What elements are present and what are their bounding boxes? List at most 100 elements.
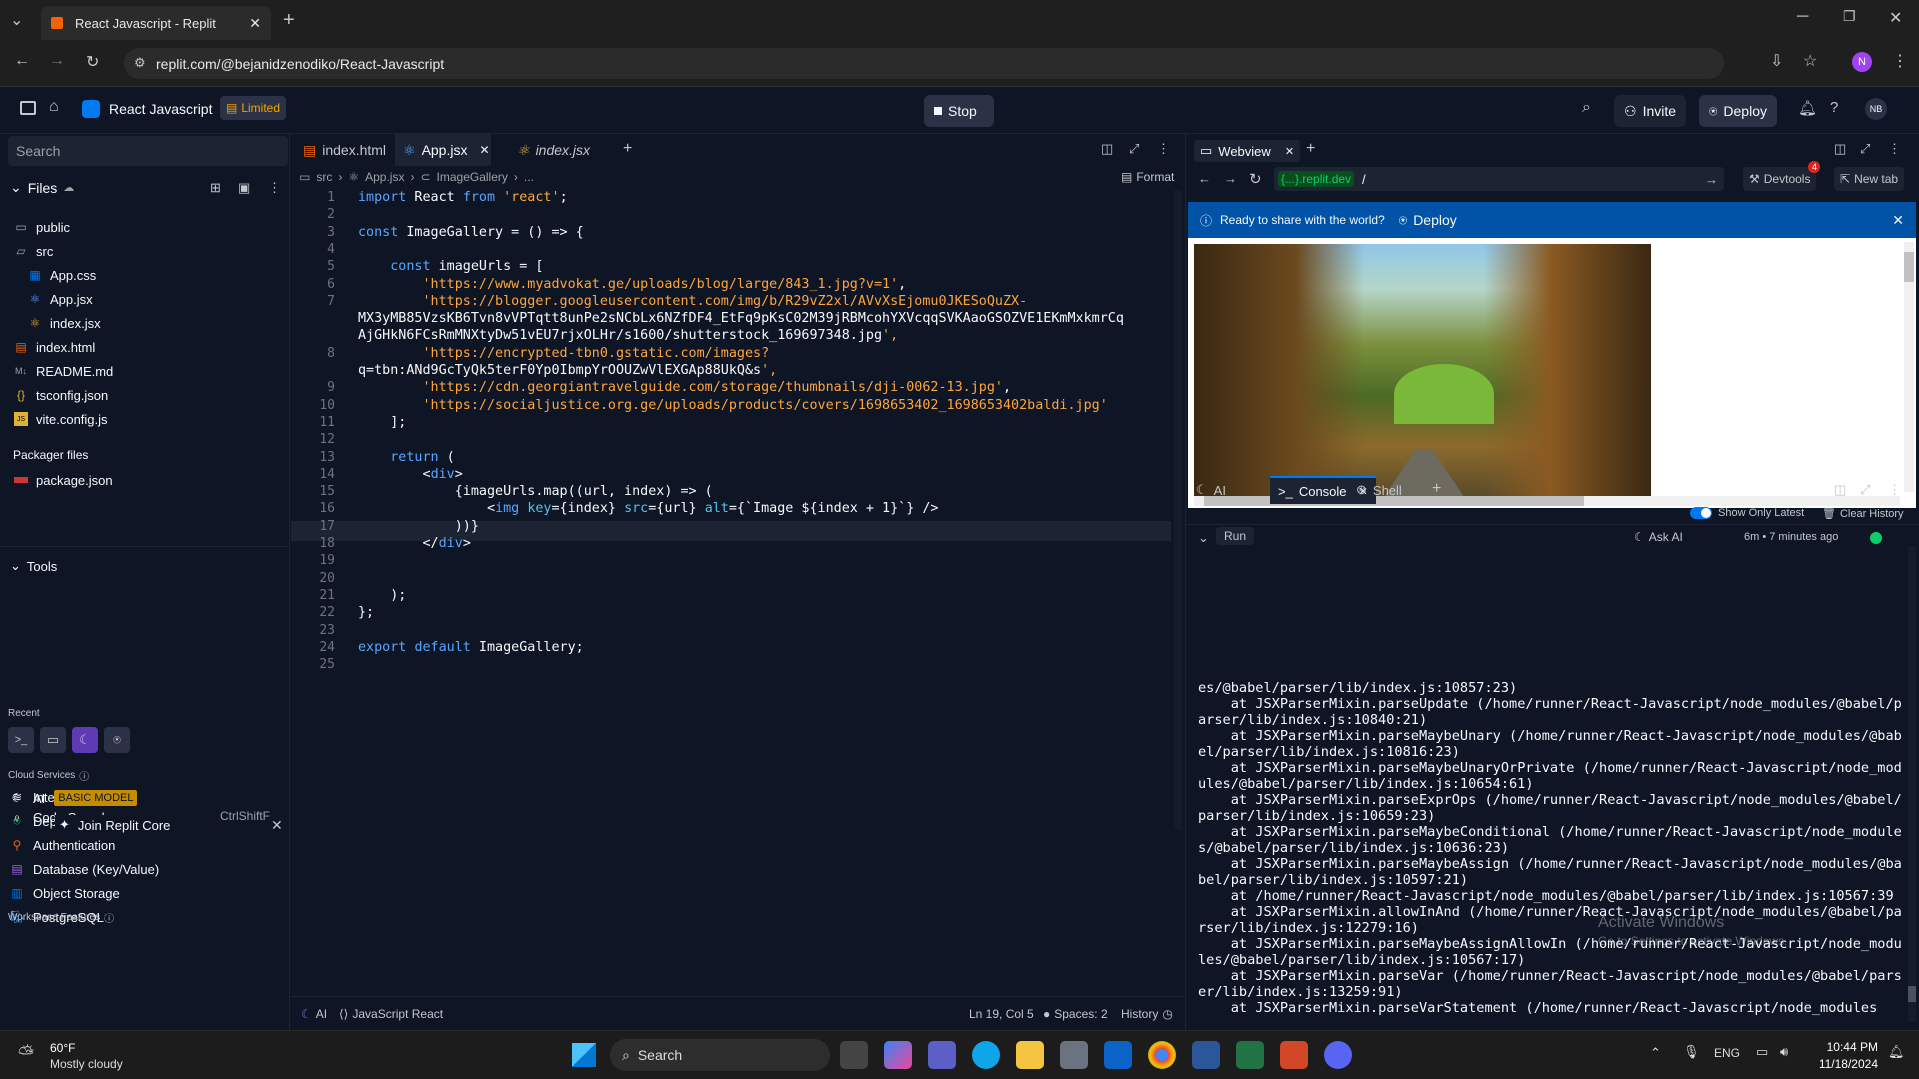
code-line[interactable]: ))} <box>358 519 479 534</box>
webview-content[interactable] <box>1188 238 1916 508</box>
help-icon[interactable]: ? <box>1830 99 1838 116</box>
browser-tab[interactable]: React Javascript - Replit ✕ <box>41 6 271 40</box>
new-tab-button[interactable]: ⇱ New tab <box>1834 167 1905 191</box>
bell-icon[interactable]: 🔔︎ <box>1798 99 1817 117</box>
file-item[interactable]: ⚛ App.jsx <box>28 288 93 310</box>
close-icon[interactable]: ✕ <box>271 817 283 834</box>
tab-ai[interactable]: ☾ AI <box>1196 482 1226 498</box>
code-line[interactable]: <img key={index} src={url} alt={`Image $… <box>358 501 939 516</box>
user-avatar[interactable]: NB <box>1865 98 1887 120</box>
code-line[interactable]: MX3yMB85VzsKB6Tvn8vVPTqtt8unPe2sNCbLx6NZ… <box>358 311 1124 326</box>
back-icon[interactable]: ← <box>14 52 30 70</box>
copilot-icon[interactable] <box>884 1041 912 1069</box>
file-item[interactable]: ▦ App.css <box>28 264 96 286</box>
cursor-position[interactable]: Ln 19, Col 5 <box>969 1007 1034 1021</box>
plan-badge[interactable]: ▤ Limited <box>220 96 287 120</box>
teams-icon[interactable] <box>928 1041 956 1069</box>
code-line[interactable]: <div> <box>358 467 462 482</box>
code-line[interactable]: </div> <box>358 536 470 551</box>
back-icon[interactable]: ← <box>1198 171 1211 186</box>
file-item[interactable]: {} tsconfig.json <box>14 384 108 406</box>
code-line[interactable]: }; <box>358 605 374 620</box>
go-arrow-icon[interactable]: → <box>1705 172 1718 187</box>
close-banner-icon[interactable]: ✕ <box>1892 212 1904 229</box>
reload-icon[interactable]: ↻ <box>1249 170 1262 188</box>
restore-icon[interactable]: ❐ <box>1843 8 1856 25</box>
join-replit-core-button[interactable]: ✦ Join Replit Core <box>55 815 175 835</box>
code-line[interactable]: ); <box>358 588 406 603</box>
pane-menu-icon[interactable]: ⋮ <box>1157 141 1170 157</box>
code-line[interactable]: import React from 'react'; <box>358 190 568 205</box>
word-icon[interactable] <box>1192 1041 1220 1069</box>
console-output[interactable]: es/@babel/parser/lib/index.js:10857:23) … <box>1198 680 1908 1016</box>
status-language[interactable]: ⟨⟩ JavaScript React <box>339 1007 443 1021</box>
ask-ai-button[interactable]: ☾ Ask AI <box>1634 530 1683 544</box>
code-line[interactable]: 'https://socialjustice.org.ge/uploads/pr… <box>358 398 1108 413</box>
start-icon[interactable] <box>572 1043 596 1067</box>
new-tab-icon[interactable]: + <box>623 140 632 158</box>
new-tab-icon[interactable]: + <box>283 9 295 32</box>
new-tab-icon[interactable]: + <box>1306 140 1315 158</box>
file-item[interactable]: ⚛ index.jsx <box>28 312 101 334</box>
code-line[interactable]: AjGHkN6FCsRmMNXtyDw51vEU7rjxOLHr/s1600/s… <box>358 328 898 343</box>
files-menu-icon[interactable]: ⋮ <box>268 180 281 196</box>
install-app-icon[interactable]: ⇩ <box>1770 51 1783 71</box>
package-json-item[interactable]: package.json <box>14 469 113 491</box>
file-item[interactable]: JS vite.config.js <box>14 408 108 430</box>
task-view-icon[interactable] <box>840 1041 868 1069</box>
tab-shell[interactable]: ⊛ Shell <box>1356 482 1402 498</box>
tool-database[interactable]: ▤ Database (Key/Value) <box>10 858 159 880</box>
webview-scrollbar[interactable] <box>1904 242 1914 492</box>
code-line[interactable]: ]; <box>358 415 406 430</box>
stop-button[interactable]: Stop <box>924 95 994 127</box>
file-item[interactable]: ▱ src <box>14 240 53 262</box>
webview-url-bar[interactable]: {...}.replit.dev / → <box>1274 167 1724 191</box>
weather-icon[interactable]: ⛅︎ <box>18 1043 34 1066</box>
language-indicator[interactable]: ENG <box>1714 1046 1740 1060</box>
devtools-button[interactable]: ⚒ Devtools 4 <box>1743 161 1821 191</box>
tab-list-chevron-icon[interactable]: ⌄ <box>10 10 23 30</box>
show-only-latest-toggle[interactable]: Show Only Latest <box>1690 507 1804 519</box>
notifications-icon[interactable]: 🔔︎ <box>1888 1044 1905 1060</box>
tray-chevron-icon[interactable]: ⌃ <box>1650 1045 1661 1061</box>
minimize-icon[interactable]: ─ <box>1797 8 1808 26</box>
info-icon[interactable]: ⓘ <box>104 910 114 925</box>
pane-menu-icon[interactable]: ⋮ <box>1888 482 1901 498</box>
webview-tool-icon[interactable]: ▭ <box>40 727 66 753</box>
excel-icon[interactable] <box>1236 1041 1264 1069</box>
code-line[interactable]: {imageUrls.map((url, index) => ( <box>358 484 713 499</box>
history-button[interactable]: History ◷ <box>1121 1007 1173 1021</box>
console-scrollbar[interactable] <box>1908 546 1916 1022</box>
sidebar-toggle-icon[interactable] <box>20 101 36 115</box>
reload-icon[interactable]: ↻ <box>86 52 99 72</box>
file-explorer-icon[interactable] <box>1016 1041 1044 1069</box>
code-line[interactable]: q=tbn:ANd9GcTyQk5terF0Yp0IbmpYrOOUZwVlEX… <box>358 363 777 378</box>
breadcrumb-item[interactable]: App.jsx <box>365 170 404 184</box>
edge-icon[interactable] <box>972 1041 1000 1069</box>
clock-time[interactable]: 10:44 PM <box>1808 1040 1878 1054</box>
maximize-icon[interactable]: ⤢ <box>1129 141 1139 157</box>
toggle-switch[interactable] <box>1690 507 1712 519</box>
microphone-icon[interactable]: 🎙︎ <box>1683 1044 1700 1060</box>
new-file-icon[interactable]: ⊞ <box>210 180 221 196</box>
split-pane-icon[interactable]: ◫ <box>1834 482 1846 498</box>
indentation[interactable]: ● Spaces: 2 <box>1043 1007 1108 1021</box>
code-line[interactable]: 'https://www.myadvokat.ge/uploads/blog/l… <box>358 277 907 292</box>
format-button[interactable]: ▤ Format <box>1121 170 1174 184</box>
code-line[interactable]: 'https://cdn.georgiantravelguide.com/sto… <box>358 380 1012 395</box>
browser-menu-icon[interactable]: ⋮ <box>1892 51 1908 71</box>
volume-icon[interactable]: 🔊︎ <box>1780 1044 1788 1060</box>
close-tab-icon[interactable]: ✕ <box>249 15 261 32</box>
new-tab-icon[interactable]: + <box>1432 480 1441 498</box>
breadcrumb-item[interactable]: src <box>316 170 332 184</box>
files-header[interactable]: ⌄ Files ☁ <box>10 179 74 196</box>
tab-index-html[interactable]: ▤ index.html <box>303 134 386 166</box>
outlook-icon[interactable] <box>1104 1041 1132 1069</box>
info-icon[interactable]: ⓘ <box>79 768 89 783</box>
shell-tool-icon[interactable]: >_ <box>8 727 34 753</box>
run-badge[interactable]: Run <box>1216 527 1255 545</box>
file-item[interactable]: M↓ README.md <box>14 360 113 382</box>
bookmark-star-icon[interactable]: ☆ <box>1803 51 1817 71</box>
close-window-icon[interactable]: ✕ <box>1889 8 1902 28</box>
profile-avatar[interactable]: N <box>1852 52 1872 72</box>
